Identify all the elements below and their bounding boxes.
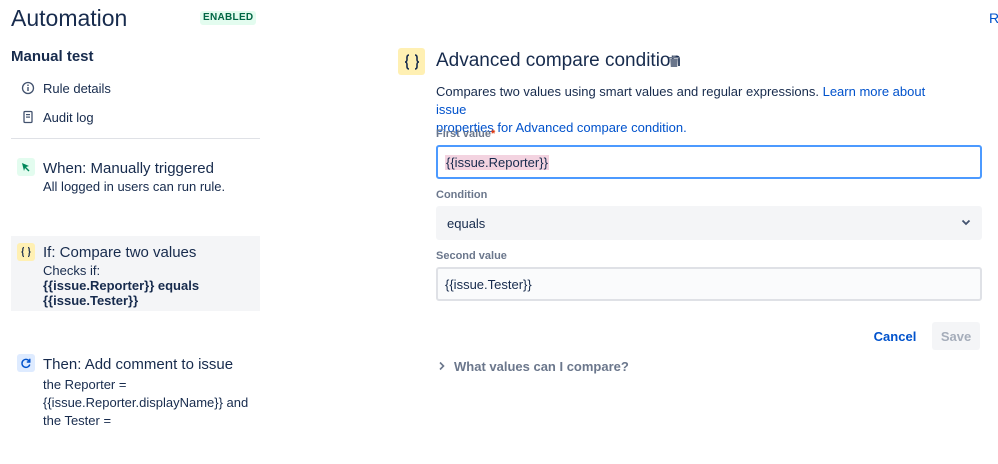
chevron-right-icon bbox=[438, 359, 446, 374]
sidebar-item-label: Audit log bbox=[43, 109, 94, 125]
panel-title: Advanced compare condition bbox=[436, 50, 682, 71]
second-value-text: {{issue.Tester}} bbox=[445, 276, 532, 292]
condition-value: equals bbox=[447, 215, 486, 231]
card-title: Then: Add comment to issue bbox=[43, 356, 234, 373]
help-toggle-label: What values can I compare? bbox=[454, 359, 629, 374]
document-icon bbox=[17, 106, 39, 128]
sidebar-item-audit-log[interactable]: Audit log bbox=[11, 105, 94, 129]
second-value-label: Second value bbox=[436, 250, 507, 262]
card-description: {{issue.Reporter.displayName}} and bbox=[43, 395, 249, 410]
info-icon bbox=[17, 77, 39, 99]
chevron-down-icon bbox=[960, 216, 972, 231]
first-value-text: {{issue.Reporter}} bbox=[445, 154, 549, 170]
help-toggle[interactable]: What values can I compare? bbox=[438, 359, 629, 374]
sidebar-item-rule-details[interactable]: Rule details bbox=[11, 76, 111, 100]
action-card[interactable]: Then: Add comment to issue the Reporter … bbox=[11, 347, 260, 431]
sidebar-divider bbox=[11, 138, 260, 139]
page-title: Automation bbox=[11, 5, 128, 31]
first-value-input[interactable]: {{issue.Reporter}} bbox=[436, 145, 982, 179]
panel-description: Compares two values using smart values a… bbox=[436, 83, 956, 137]
card-description: the Tester = bbox=[43, 413, 112, 428]
card-description: All logged in users can run rule. bbox=[43, 179, 226, 194]
trigger-card[interactable]: When: Manually triggered All logged in u… bbox=[11, 152, 260, 198]
cursor-click-icon bbox=[17, 158, 35, 176]
card-description: the Reporter = bbox=[43, 377, 127, 392]
curly-braces-icon bbox=[17, 243, 35, 261]
card-title: If: Compare two values bbox=[43, 244, 197, 261]
cancel-button[interactable]: Cancel bbox=[866, 322, 924, 350]
refresh-icon bbox=[17, 354, 35, 372]
condition-label: Condition bbox=[436, 189, 488, 201]
trash-icon[interactable] bbox=[668, 55, 680, 73]
condition-select[interactable]: equals bbox=[436, 206, 982, 240]
curly-braces-icon bbox=[398, 48, 425, 75]
description-text: Compares two values using smart values a… bbox=[436, 84, 819, 99]
card-description: {{issue.Tester}} bbox=[43, 293, 139, 308]
sidebar-item-label: Rule details bbox=[43, 80, 111, 96]
second-value-input[interactable]: {{issue.Tester}} bbox=[436, 267, 982, 301]
required-marker: * bbox=[491, 128, 496, 140]
condition-card[interactable]: If: Compare two values Checks if: {{issu… bbox=[11, 236, 260, 311]
rule-name: Manual test bbox=[11, 48, 94, 65]
save-button[interactable]: Save bbox=[932, 322, 980, 350]
edge-link[interactable]: R bbox=[989, 10, 998, 26]
card-title: When: Manually triggered bbox=[43, 160, 214, 177]
status-badge: ENABLED bbox=[200, 11, 257, 25]
first-value-label: First value* bbox=[436, 128, 496, 140]
